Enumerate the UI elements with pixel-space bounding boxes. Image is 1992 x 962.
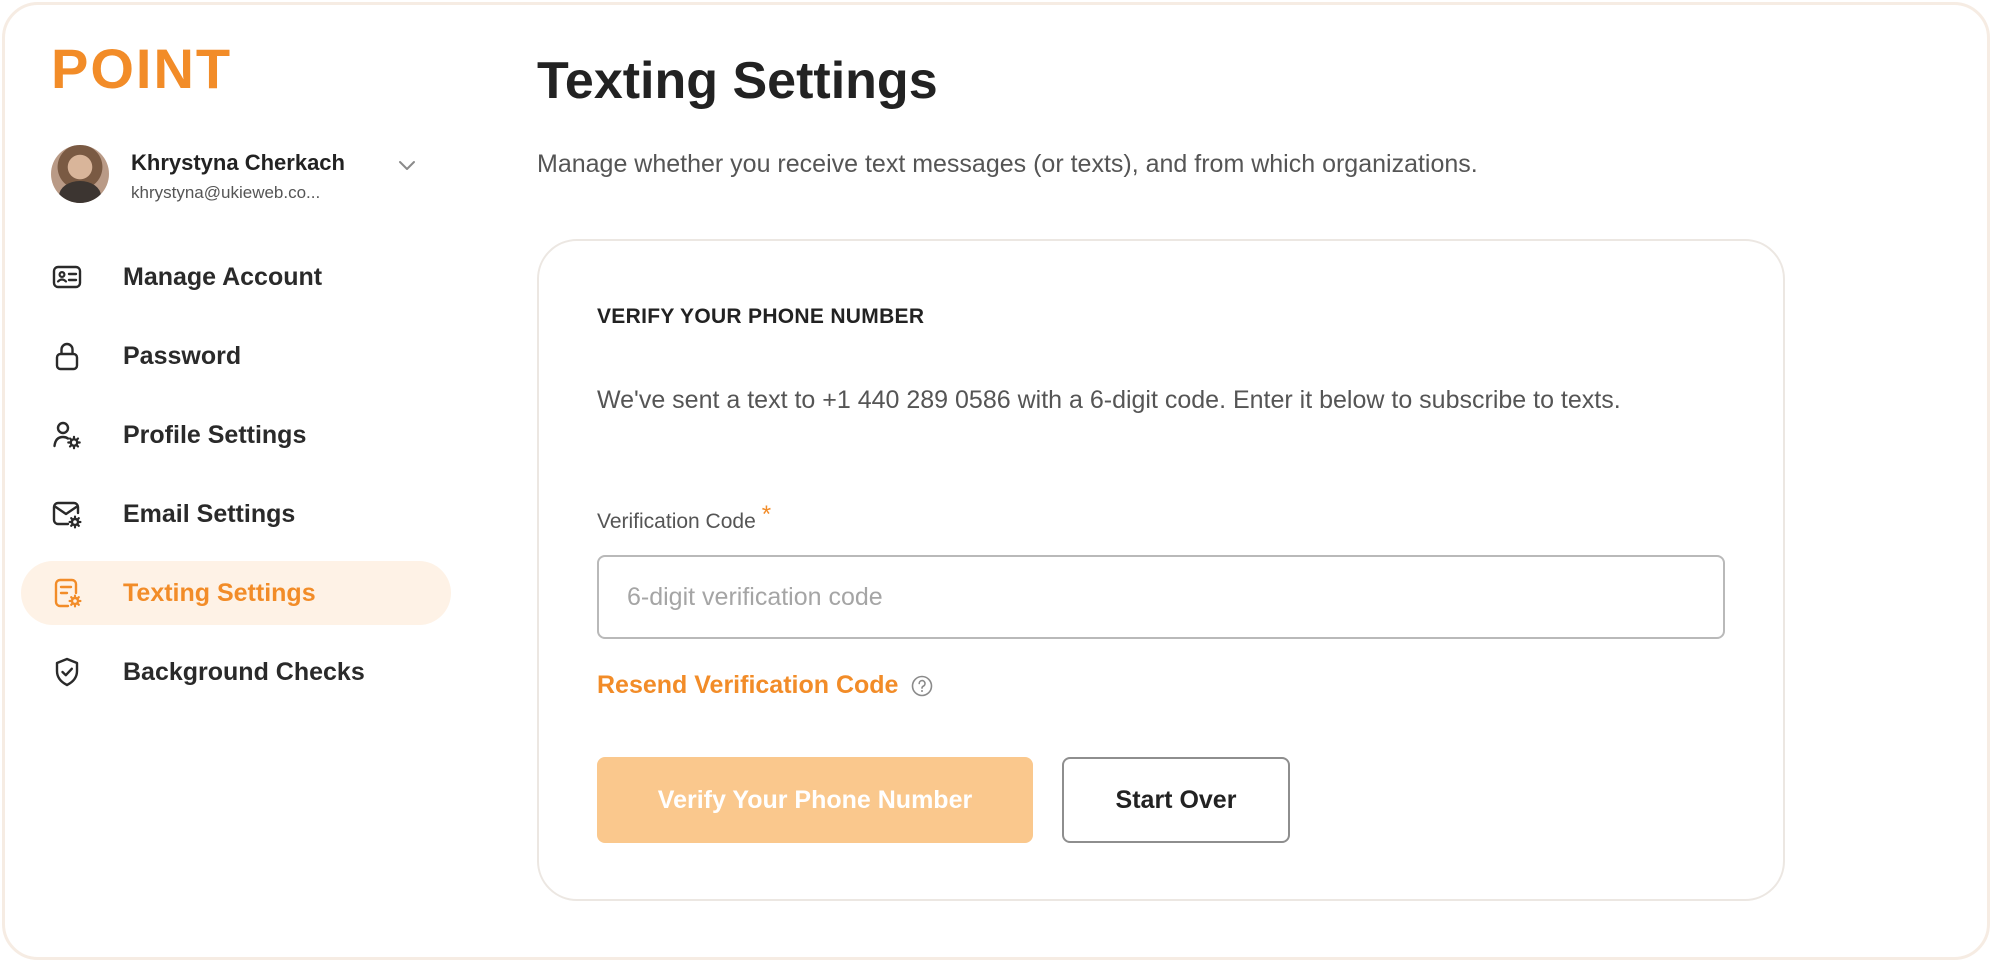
verification-code-label-text: Verification Code	[597, 510, 756, 533]
user-email: khrystyna@ukieweb.co...	[131, 183, 321, 202]
id-card-icon	[52, 265, 82, 289]
required-marker: *	[761, 501, 772, 528]
avatar	[51, 145, 109, 203]
point-logo[interactable]: POINT	[51, 41, 232, 97]
verification-code-label: Verification Code *	[597, 501, 771, 535]
resend-label: Resend Verification Code	[597, 671, 899, 699]
sidebar-nav: Manage Account Password Profile Settings	[21, 245, 451, 719]
page-subtitle: Manage whether you receive text messages…	[537, 150, 1478, 178]
shield-check-icon	[55, 657, 79, 687]
verify-phone-card: VERIFY YOUR PHONE NUMBER We've sent a te…	[537, 239, 1785, 901]
verify-phone-button[interactable]: Verify Your Phone Number	[597, 757, 1033, 843]
sidebar-item-label: Manage Account	[123, 262, 323, 291]
help-icon[interactable]	[910, 674, 934, 698]
lock-icon	[55, 342, 79, 371]
sidebar-item-manage-account[interactable]: Manage Account	[21, 245, 451, 309]
sidebar-item-label: Texting Settings	[123, 578, 316, 607]
verification-code-input[interactable]	[597, 555, 1725, 639]
sidebar-item-label: Email Settings	[123, 499, 296, 528]
user-name: Khrystyna Cherkach	[131, 150, 345, 175]
sidebar-item-label: Profile Settings	[123, 420, 307, 449]
user-menu[interactable]: Khrystyna Cherkach khrystyna@ukieweb.co.…	[51, 145, 431, 209]
sidebar-item-texting-settings[interactable]: Texting Settings	[21, 561, 451, 625]
start-over-button[interactable]: Start Over	[1062, 757, 1290, 843]
sidebar-item-label: Background Checks	[123, 657, 365, 686]
chevron-down-icon[interactable]	[395, 153, 419, 177]
app-frame: POINT Khrystyna Cherkach khrystyna@ukiew…	[2, 2, 1990, 960]
mail-gear-icon	[52, 501, 82, 529]
sidebar-item-profile-settings[interactable]: Profile Settings	[21, 403, 451, 467]
verification-message: We've sent a text to +1 440 289 0586 wit…	[597, 386, 1621, 414]
sidebar-item-background-checks[interactable]: Background Checks	[21, 640, 451, 704]
sidebar-item-password[interactable]: Password	[21, 324, 451, 388]
user-gear-icon	[53, 421, 81, 450]
sidebar-item-email-settings[interactable]: Email Settings	[21, 482, 451, 546]
page-title: Texting Settings	[537, 52, 938, 110]
sidebar-item-label: Password	[123, 341, 242, 370]
phone-message-icon	[54, 578, 82, 608]
card-heading: VERIFY YOUR PHONE NUMBER	[597, 305, 925, 328]
resend-verification-link[interactable]: Resend Verification Code	[597, 671, 934, 700]
